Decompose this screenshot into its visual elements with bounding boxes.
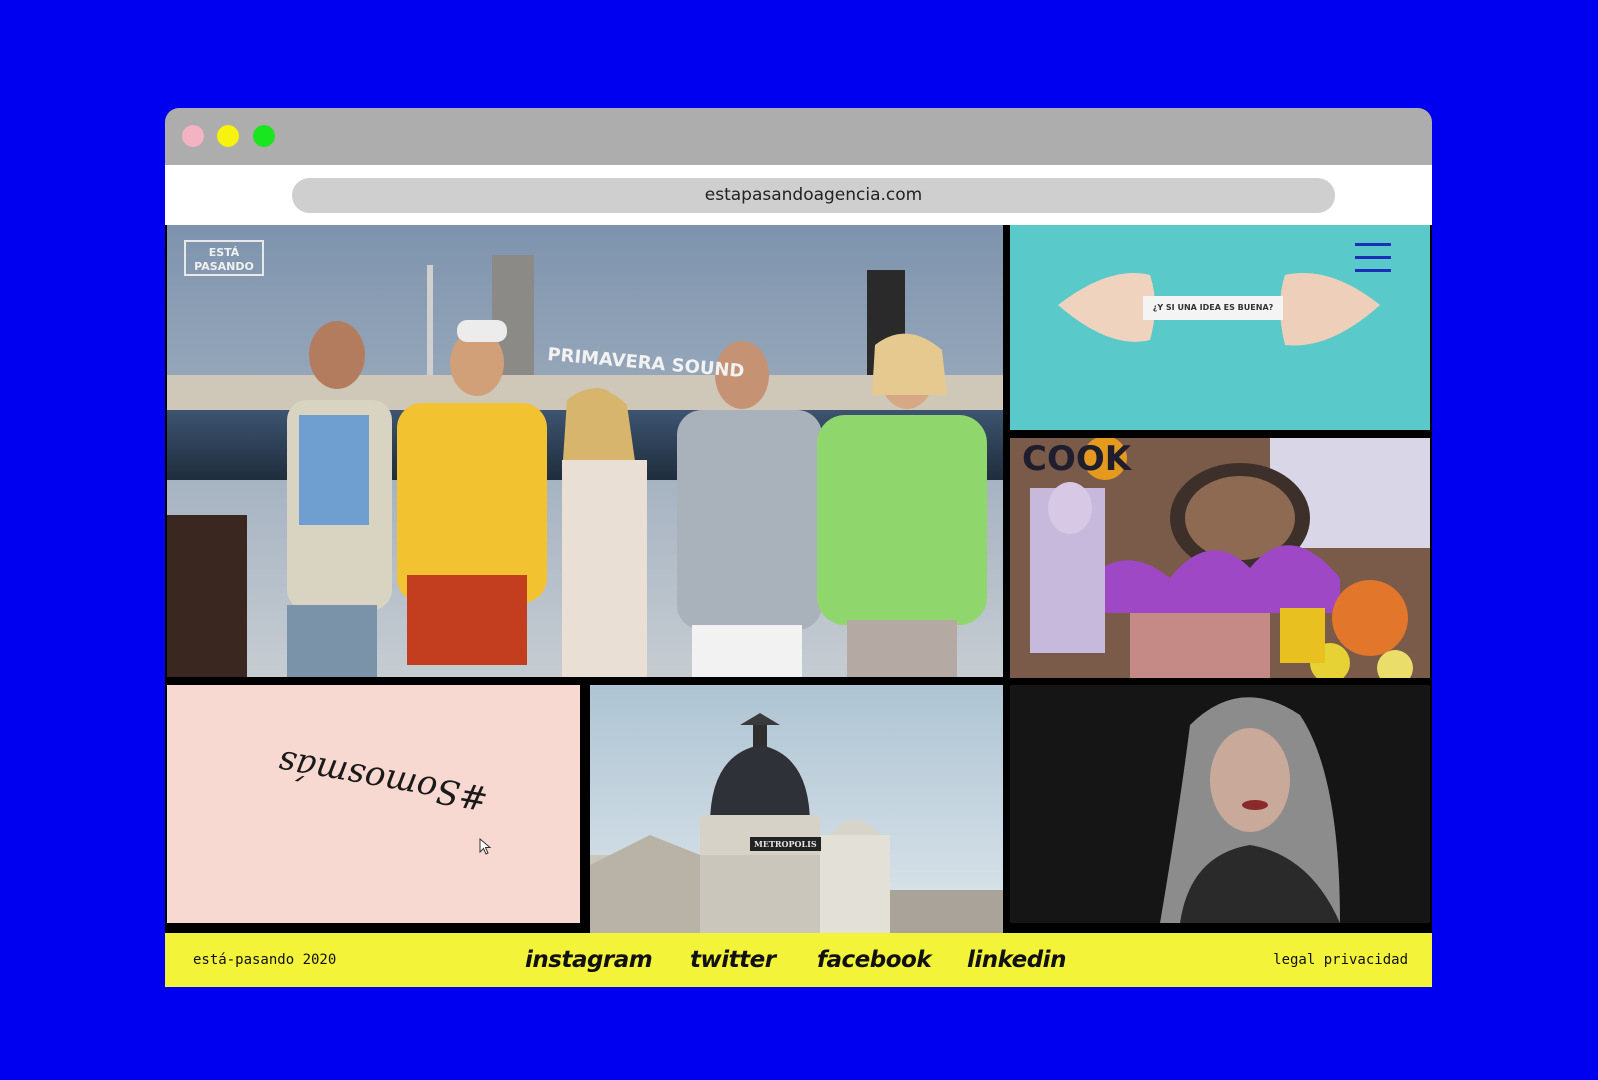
browser-window: estapasandoagencia.com PRIMAVERA SOUND E… (165, 108, 1432, 987)
minimize-window-button[interactable] (217, 125, 239, 147)
maximize-window-button[interactable] (253, 125, 275, 147)
logo-line-1: ESTÁ (208, 246, 240, 259)
browser-titlebar (165, 108, 1432, 165)
metropolis-tile[interactable]: METROPOLIS (590, 685, 1003, 933)
linkedin-link[interactable]: linkedin (967, 933, 1066, 987)
hero-video-tile[interactable]: PRIMAVERA SOUND ESTÁ PASANDO (167, 225, 1003, 677)
collage-letters: COOK (1022, 439, 1133, 479)
hamburger-icon[interactable] (1355, 243, 1391, 273)
mouse-cursor-icon (479, 838, 492, 855)
somosmas-tile[interactable]: #Somosmás (167, 685, 580, 923)
collage-image: COOK (1010, 438, 1430, 678)
hero-photo: PRIMAVERA SOUND (167, 225, 1003, 677)
somosmas-text: #Somosmás (275, 741, 492, 819)
legal-privacy-link[interactable]: legal privacidad (1273, 933, 1408, 987)
logo-line-2: PASANDO (194, 260, 254, 273)
metropolis-sign: METROPOLIS (750, 837, 821, 851)
page-content: PRIMAVERA SOUND ESTÁ PASANDO ¿Y SI UNA I… (165, 225, 1432, 933)
metropolis-photo (590, 685, 1003, 933)
close-window-button[interactable] (182, 125, 204, 147)
copyright-text: está-pasando 2020 (193, 952, 337, 968)
cook-collage-tile[interactable]: COOK (1010, 438, 1430, 678)
fortune-cookie-tile[interactable]: ¿Y SI UNA IDEA ES BUENA? (1010, 225, 1430, 430)
browser-address-area: estapasandoagencia.com (165, 165, 1432, 225)
facebook-link[interactable]: facebook (817, 933, 932, 987)
portrait-tile[interactable] (1010, 685, 1430, 923)
site-logo[interactable]: ESTÁ PASANDO (184, 240, 264, 276)
url-bar[interactable]: estapasandoagencia.com (292, 178, 1335, 213)
fortune-label: ¿Y SI UNA IDEA ES BUENA? (1143, 296, 1283, 320)
instagram-link[interactable]: instagram (525, 933, 653, 987)
twitter-link[interactable]: twitter (690, 933, 776, 987)
site-footer: está-pasando 2020 instagram twitter face… (165, 933, 1432, 987)
portrait-photo (1010, 685, 1430, 923)
